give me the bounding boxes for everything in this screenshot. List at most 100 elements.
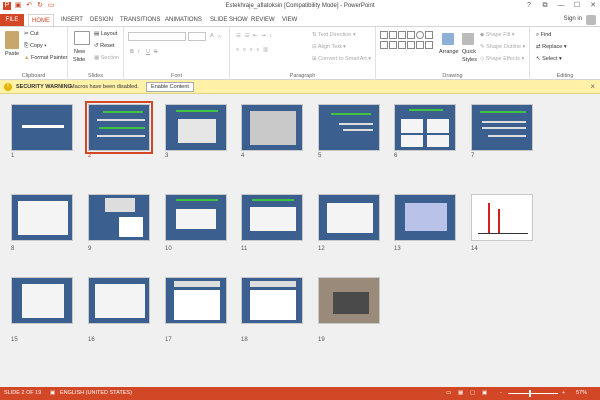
slide-thumbnail[interactable] bbox=[241, 194, 303, 241]
copy-button[interactable]: ⎘ Copy ▾ bbox=[24, 43, 47, 50]
slide-thumbnail[interactable] bbox=[471, 194, 533, 241]
tab-view[interactable]: VIEW bbox=[282, 14, 297, 26]
arrow-shape-icon[interactable] bbox=[398, 31, 406, 39]
underline-button[interactable]: U bbox=[146, 49, 150, 55]
shrink-font-button[interactable]: A bbox=[218, 34, 221, 39]
paste-icon[interactable] bbox=[5, 31, 19, 49]
security-warning-message: Macros have been disabled. bbox=[70, 84, 139, 90]
new-slide-button[interactable]: New bbox=[74, 49, 85, 55]
line-shape-icon[interactable] bbox=[389, 31, 397, 39]
line-shape-icon[interactable] bbox=[380, 31, 388, 39]
zoom-out-button[interactable]: - bbox=[500, 390, 502, 396]
brace-shape-icon[interactable] bbox=[416, 41, 424, 49]
slide-thumbnail[interactable] bbox=[165, 194, 227, 241]
tab-animations[interactable]: ANIMATIONS bbox=[165, 14, 202, 26]
maximize-button[interactable]: ☐ bbox=[572, 1, 582, 11]
zoom-level[interactable]: 57% bbox=[576, 390, 587, 396]
tab-design[interactable]: DESIGN bbox=[90, 14, 113, 26]
enable-content-button[interactable]: Enable Content bbox=[146, 82, 194, 92]
reading-view-icon[interactable]: ▢ bbox=[470, 390, 475, 396]
zoom-slider-handle[interactable] bbox=[529, 390, 531, 397]
replace-button[interactable]: ⇄ Replace ▾ bbox=[536, 44, 567, 50]
paste-button[interactable]: Paste bbox=[5, 51, 19, 57]
ribbon-tabs: FILE HOME INSERT DESIGN TRANSITIONS ANIM… bbox=[0, 14, 600, 27]
star-shape-icon[interactable] bbox=[425, 41, 433, 49]
shape-fill-button[interactable]: ◆ Shape Fill ▾ bbox=[480, 32, 515, 38]
line-shape-icon[interactable] bbox=[389, 41, 397, 49]
arrow-shape-icon[interactable] bbox=[407, 41, 415, 49]
text-direction-button[interactable]: ⇅ Text Direction ▾ bbox=[312, 32, 356, 38]
select-button[interactable]: ↖ Select ▾ bbox=[536, 56, 562, 62]
slide-thumbnail[interactable] bbox=[241, 104, 303, 151]
tab-slide-show[interactable]: SLIDE SHOW bbox=[210, 14, 248, 26]
tab-transitions[interactable]: TRANSITIONS bbox=[120, 14, 160, 26]
layout-button[interactable]: ▤ Layout bbox=[94, 31, 117, 37]
slide-thumbnail[interactable] bbox=[165, 277, 227, 324]
cut-button[interactable]: ✂ Cut bbox=[24, 31, 39, 37]
slide-thumbnail[interactable] bbox=[11, 194, 73, 241]
slide-thumbnail[interactable] bbox=[394, 104, 456, 151]
clipboard-group-label: Clipboard bbox=[21, 73, 46, 79]
find-button[interactable]: ⌕ Find bbox=[536, 32, 551, 39]
shape-effects-button[interactable]: ◇ Shape Effects ▾ bbox=[480, 56, 524, 62]
slide-thumbnail[interactable] bbox=[85, 101, 153, 154]
slide-thumbnail[interactable] bbox=[394, 194, 456, 241]
zoom-slider[interactable] bbox=[508, 393, 558, 394]
slide-thumbnail[interactable] bbox=[318, 277, 380, 324]
shape-outline-button[interactable]: ✎ Shape Outline ▾ bbox=[480, 44, 525, 50]
strikethrough-button[interactable]: S bbox=[154, 49, 158, 55]
triangle-shape-icon[interactable] bbox=[380, 41, 388, 49]
close-button[interactable]: ✕ bbox=[588, 1, 598, 11]
new-slide-icon[interactable] bbox=[74, 31, 90, 45]
font-family-select[interactable] bbox=[128, 32, 186, 41]
close-icon[interactable]: × bbox=[590, 82, 595, 91]
italic-button[interactable]: I bbox=[138, 49, 140, 55]
tab-file[interactable]: FILE bbox=[0, 14, 24, 26]
tab-insert[interactable]: INSERT bbox=[61, 14, 83, 26]
spellcheck-icon[interactable]: ▣ bbox=[50, 390, 55, 396]
slide-show-view-icon[interactable]: ▣ bbox=[482, 390, 487, 396]
paragraph-group: ☰ ☰ ⇤ ⇥ ↕ ≡ ≡ ≡ ≡ ▥ ⇅ Text Direction ▾ ⊟… bbox=[230, 27, 376, 81]
arrange-button[interactable]: Arrange bbox=[439, 49, 459, 55]
slide-number: 3 bbox=[165, 153, 169, 159]
bold-button[interactable]: B bbox=[130, 49, 134, 55]
list-buttons-icon[interactable]: ☰ ☰ ⇤ ⇥ ↕ bbox=[236, 33, 273, 39]
quick-styles-icon[interactable] bbox=[462, 33, 474, 45]
align-buttons-icon[interactable]: ≡ ≡ ≡ ≡ ▥ bbox=[236, 47, 269, 53]
rectangle-shape-icon[interactable] bbox=[407, 31, 415, 39]
sign-in-link[interactable]: Sign in bbox=[564, 16, 582, 22]
slide-thumbnail[interactable] bbox=[88, 277, 150, 324]
reset-button[interactable]: ↺ Reset bbox=[94, 43, 115, 49]
slide-thumbnail[interactable] bbox=[11, 277, 73, 324]
arrow-shape-icon[interactable] bbox=[398, 41, 406, 49]
tab-review[interactable]: REVIEW bbox=[251, 14, 275, 26]
slide-sorter[interactable]: 1 2 3 4 5 6 7 8 9 10 11 12 13 14 15 16 1… bbox=[0, 94, 600, 387]
slide-thumbnail[interactable] bbox=[318, 194, 380, 241]
format-painter-button[interactable]: ▲ Format Painter bbox=[24, 55, 67, 61]
arrange-icon[interactable] bbox=[442, 33, 454, 45]
convert-smartart-button[interactable]: ⊞ Convert to SmartArt ▾ bbox=[312, 56, 371, 62]
slide-thumbnail[interactable] bbox=[88, 194, 150, 241]
rectangle-shape-icon[interactable] bbox=[425, 31, 433, 39]
slides-group: New Slide ▤ Layout ↺ Reset ▦ Section Sli… bbox=[68, 27, 124, 81]
oval-shape-icon[interactable] bbox=[416, 31, 424, 39]
slide-sorter-view-icon[interactable]: ▦ bbox=[458, 390, 463, 396]
section-button[interactable]: ▦ Section bbox=[94, 55, 119, 61]
align-text-button[interactable]: ⊟ Align Text ▾ bbox=[312, 44, 346, 50]
help-button[interactable]: ? bbox=[524, 1, 534, 11]
avatar[interactable] bbox=[586, 15, 596, 25]
grow-font-button[interactable]: A bbox=[210, 33, 214, 39]
font-size-select[interactable] bbox=[188, 32, 206, 41]
quick-styles-button[interactable]: Quick bbox=[462, 49, 476, 55]
slide-thumbnail[interactable] bbox=[11, 104, 73, 151]
normal-view-icon[interactable]: ▭ bbox=[446, 390, 451, 396]
slide-thumbnail[interactable] bbox=[165, 104, 227, 151]
slide-thumbnail[interactable] bbox=[241, 277, 303, 324]
slide-thumbnail[interactable] bbox=[318, 104, 380, 151]
language-indicator[interactable]: ENGLISH (UNITED STATES) bbox=[60, 390, 132, 396]
minimize-button[interactable]: — bbox=[556, 1, 566, 11]
slide-thumbnail[interactable] bbox=[471, 104, 533, 151]
ribbon-display-options-button[interactable]: ⧉ bbox=[540, 1, 550, 11]
zoom-in-button[interactable]: + bbox=[562, 390, 565, 396]
security-warning-title: SECURITY WARNING bbox=[16, 84, 72, 90]
